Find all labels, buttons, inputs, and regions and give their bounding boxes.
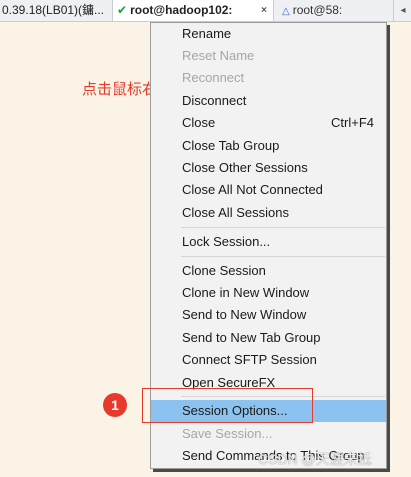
menu-item-disconnect[interactable]: Disconnect <box>151 90 386 112</box>
menu-item-send-to-new-tab-group[interactable]: Send to New Tab Group <box>151 327 386 349</box>
connected-check-icon: ✔ <box>117 3 128 17</box>
menu-item-label: Clone Session <box>182 263 266 278</box>
menu-item-close-all-not-connected[interactable]: Close All Not Connected <box>151 179 386 201</box>
menu-item-clone-in-new-window[interactable]: Clone in New Window <box>151 282 386 304</box>
menu-item-close-tab-group[interactable]: Close Tab Group <box>151 135 386 157</box>
menu-item-reset-name[interactable]: Reset Name <box>151 45 386 67</box>
menu-separator <box>181 256 385 257</box>
session-tab-bar: 0.39.18(LB01)(鏞... ✔ root@hadoop102: × △ r… <box>0 0 411 22</box>
menu-item-clone-session[interactable]: Clone Session <box>151 260 386 282</box>
session-tab-lb01[interactable]: 0.39.18(LB01)(鏞... <box>0 0 110 21</box>
menu-item-label: Close Other Sessions <box>182 160 308 175</box>
tab-close-icon[interactable]: × <box>261 0 267 21</box>
menu-item-label: Reset Name <box>182 48 255 63</box>
menu-item-label: Close <box>182 115 216 130</box>
menu-separator <box>181 227 385 228</box>
menu-item-label: Disconnect <box>182 93 247 108</box>
tab-scroll-left-button[interactable]: ◂ <box>393 0 411 21</box>
menu-item-label: Send to New Tab Group <box>182 330 321 345</box>
session-tab-hadoop102[interactable]: ✔ root@hadoop102: × <box>112 0 274 21</box>
menu-item-label: Close All Sessions <box>182 205 289 220</box>
step-badge: 1 <box>103 393 127 417</box>
tab-label: root@58: <box>292 3 343 17</box>
tab-label: 0.39.18(LB01)(鏞... <box>2 3 105 17</box>
menu-item-close[interactable]: Close Ctrl+F4 <box>151 112 386 134</box>
menu-item-save-session[interactable]: Save Session... <box>151 423 386 445</box>
menu-item-reconnect[interactable]: Reconnect <box>151 67 386 89</box>
menu-item-label: Send to New Window <box>182 307 307 322</box>
menu-item-close-all-sessions[interactable]: Close All Sessions <box>151 202 386 224</box>
menu-item-lock-session[interactable]: Lock Session... <box>151 231 386 253</box>
warning-triangle-icon: △ <box>282 6 290 17</box>
menu-item-label: Reconnect <box>182 70 245 85</box>
menu-item-rename[interactable]: Rename <box>151 23 386 45</box>
tab-label: root@hadoop102: <box>130 3 233 17</box>
highlight-box <box>142 388 313 423</box>
watermark: CSDN @天涯未抵 <box>258 451 372 467</box>
menu-item-shortcut: Ctrl+F4 <box>331 115 374 130</box>
menu-item-label: Clone in New Window <box>182 285 310 300</box>
menu-item-label: Lock Session... <box>182 234 271 249</box>
menu-item-label: Close Tab Group <box>182 138 280 153</box>
menu-item-send-to-new-window[interactable]: Send to New Window <box>151 304 386 326</box>
menu-item-close-other-sessions[interactable]: Close Other Sessions <box>151 157 386 179</box>
menu-item-connect-sftp-session[interactable]: Connect SFTP Session <box>151 349 386 371</box>
session-tab-root58[interactable]: △ root@58: <box>278 0 388 21</box>
menu-item-label: Connect SFTP Session <box>182 352 317 367</box>
menu-item-label: Close All Not Connected <box>182 182 323 197</box>
menu-item-label: Rename <box>182 26 232 41</box>
menu-item-label: Save Session... <box>182 426 273 441</box>
